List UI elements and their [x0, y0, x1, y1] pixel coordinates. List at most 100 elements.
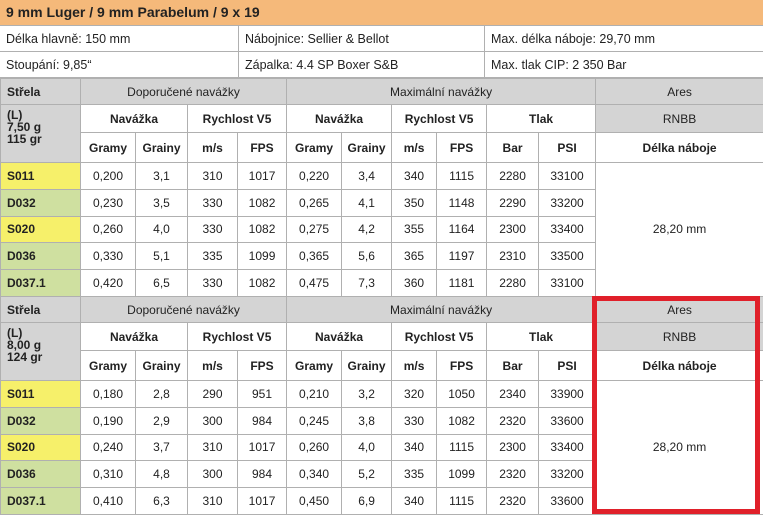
unit-header-bar: Bar [486, 132, 540, 163]
unit-header-gramy: Gramy [80, 132, 136, 163]
value-cell: 5,1 [135, 242, 188, 271]
charge-header: Navážka [80, 322, 188, 351]
charge-header: Navážka [80, 104, 188, 133]
maximum-loads-header: Maximální navážky [286, 78, 597, 105]
cartridge-length-value: 28,20 mm [595, 380, 763, 515]
value-cell: 0,240 [80, 433, 136, 462]
value-cell: 3,2 [341, 380, 393, 408]
value-cell: 1181 [436, 269, 488, 297]
value-cell: 0,245 [286, 406, 343, 435]
case-info: Nábojnice: Sellier & Bellot [238, 26, 484, 51]
barrel-length: Délka hlavně: 150 mm [6, 32, 131, 46]
velocity-header: Rychlost V5 [391, 322, 488, 351]
info-row-2: Stoupání: 9,85“ Zápalka: 4.4 SP Boxer S&… [0, 52, 763, 78]
value-cell: 360 [391, 269, 438, 297]
value-cell: 1115 [436, 433, 488, 462]
value-cell: 2310 [486, 242, 540, 271]
page-title: 9 mm Luger / 9 mm Parabelum / 9 x 19 [0, 0, 763, 26]
ares-header: Ares [595, 296, 763, 323]
value-cell: 1164 [436, 215, 488, 244]
value-cell: 2280 [486, 269, 540, 297]
value-cell: 33900 [538, 380, 597, 408]
load-table-115gr: Střela Doporučené navážky Maximální navážk… [0, 78, 763, 297]
strela-header: Střela [0, 78, 81, 105]
value-cell: 1099 [236, 242, 288, 271]
value-cell: 1082 [236, 188, 288, 217]
value-cell: 330 [187, 215, 238, 244]
value-cell: 1148 [436, 188, 488, 217]
value-cell: 5,2 [341, 460, 393, 489]
unit-header-ms: m/s [187, 132, 238, 163]
value-cell: 3,1 [135, 162, 188, 190]
value-cell: 2,9 [135, 406, 188, 435]
value-cell: 1115 [436, 162, 488, 190]
value-cell: 2280 [486, 162, 540, 190]
value-cell: 0,275 [286, 215, 343, 244]
value-cell: 33100 [538, 162, 597, 190]
bullet-spec-line: 115 gr [7, 132, 42, 146]
value-cell: 330 [391, 406, 438, 435]
value-cell: 0,310 [80, 460, 136, 489]
powder-name: D036 [0, 242, 81, 271]
value-cell: 2290 [486, 188, 540, 217]
ares-header: Ares [595, 78, 763, 105]
value-cell: 0,230 [80, 188, 136, 217]
value-cell: 290 [187, 380, 238, 408]
bullet-spec: (L) 8,00 g 124 gr [0, 322, 81, 381]
strela-header: Střela [0, 296, 81, 323]
unit-header-grainy: Grainy [341, 132, 393, 163]
value-cell: 0,260 [80, 215, 136, 244]
value-cell: 335 [391, 460, 438, 489]
value-cell: 1099 [436, 460, 488, 489]
powder-name: S011 [0, 380, 81, 408]
value-cell: 33200 [538, 188, 597, 217]
value-cell: 0,190 [80, 406, 136, 435]
value-cell: 0,365 [286, 242, 343, 271]
value-cell: 0,420 [80, 269, 136, 297]
value-cell: 310 [187, 162, 238, 190]
value-cell: 0,475 [286, 269, 343, 297]
value-cell: 1017 [236, 487, 288, 515]
value-cell: 6,5 [135, 269, 188, 297]
powder-name: S020 [0, 215, 81, 244]
value-cell: 5,6 [341, 242, 393, 271]
value-cell: 33100 [538, 269, 597, 297]
value-cell: 310 [187, 433, 238, 462]
value-cell: 4,0 [341, 433, 393, 462]
unit-header-fps: FPS [436, 132, 488, 163]
velocity-header: Rychlost V5 [186, 104, 288, 133]
value-cell: 3,4 [341, 162, 393, 190]
velocity-header: Rychlost V5 [391, 104, 488, 133]
cartridge-length-header: Délka náboje [595, 350, 763, 381]
unit-header-gramy: Gramy [80, 350, 136, 381]
velocity-header: Rychlost V5 [186, 322, 288, 351]
recommended-loads-header: Doporučené navážky [79, 78, 288, 105]
max-pressure: Max. tlak CIP: 2 350 Bar [484, 52, 763, 77]
value-cell: 300 [187, 406, 238, 435]
unit-header-gramy: Gramy [286, 350, 343, 381]
unit-header-psi: PSI [538, 132, 597, 163]
value-cell: 7,3 [341, 269, 393, 297]
value-cell: 335 [187, 242, 238, 271]
max-cartridge-length: Max. délka náboje: 29,70 mm [484, 26, 763, 51]
value-cell: 0,220 [286, 162, 343, 190]
value-cell: 1082 [236, 215, 288, 244]
value-cell: 0,260 [286, 433, 343, 462]
value-cell: 33400 [538, 215, 597, 244]
value-cell: 330 [187, 188, 238, 217]
rnbb-header: RNBB [595, 322, 763, 351]
value-cell: 310 [187, 487, 238, 515]
unit-header-grainy: Grainy [135, 132, 188, 163]
value-cell: 1082 [236, 269, 288, 297]
charge-header: Navážka [286, 322, 393, 351]
bullet-spec: (L) 7,50 g 115 gr [0, 104, 81, 163]
value-cell: 300 [187, 460, 238, 489]
value-cell: 3,8 [341, 406, 393, 435]
value-cell: 2320 [486, 406, 540, 435]
value-cell: 0,200 [80, 162, 136, 190]
bullet-spec-line: 124 gr [7, 350, 43, 364]
value-cell: 984 [236, 406, 288, 435]
value-cell: 2300 [486, 433, 540, 462]
recommended-loads-header: Doporučené navážky [79, 296, 288, 323]
value-cell: 0,450 [286, 487, 343, 515]
